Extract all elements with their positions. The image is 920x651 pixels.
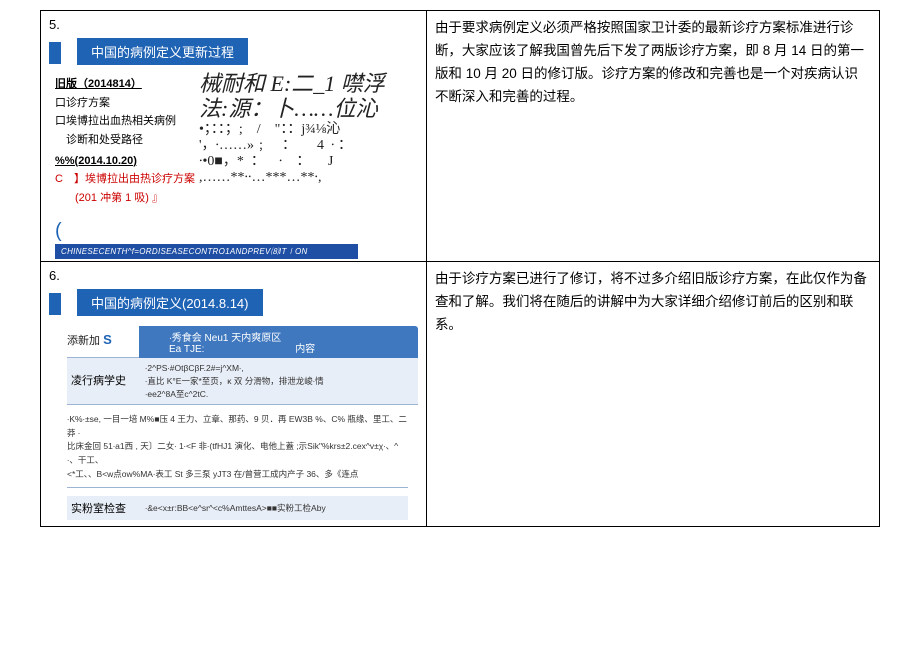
accent-bar xyxy=(49,42,61,64)
label-text: 添新加 xyxy=(67,335,100,347)
red-text-line: (201 冲第 1 吸) 』 xyxy=(75,189,225,208)
body-line: ∙ee2^8A至c^2tC. xyxy=(145,388,412,401)
label-s: S xyxy=(103,332,112,347)
slide-6-epidemiology-row: 凌行病学史 ∙2^PS∙#OtβCβF.2#=j^XM∙, ∙直比 Κ°E一家*… xyxy=(67,358,418,405)
row-label: 实粉室检查 xyxy=(67,500,145,516)
row-5-explanation: 由于要求病例定义必须严格按照国家卫计委的最新诊疗方案标准进行诊断，大家应该了解我… xyxy=(426,11,879,262)
accent-bar xyxy=(49,293,61,315)
header-col-1: ∙秀食会 Neu1 天内爽原区Ea TJE: xyxy=(139,329,292,355)
row-number-5: 5. xyxy=(49,17,418,32)
row-number-6: 6. xyxy=(49,268,418,283)
slide-6-header-row: 添新加 S ∙秀食会 Neu1 天内爽原区Ea TJE: 内容 xyxy=(67,326,418,358)
slide-5-title: 中国的病例定义更新过程 xyxy=(77,38,248,65)
open-paren: ( xyxy=(55,214,225,248)
slide-6-paragraph: ∙K%∙±se, 一目一培 M%■压 4 王力、立章、那药、9 贝．再 EW3B… xyxy=(67,413,408,488)
slide-6-title: 中国的病例定义(2014.8.14) xyxy=(77,289,263,316)
slide-footer: CHINESECENTH^f=ORDISEASECONTRO1ANDPREV⑻I… xyxy=(55,244,358,259)
slide-6: 中国的病例定义(2014.8.14) 添新加 S ∙秀食会 Neu1 天内爽原区… xyxy=(49,287,418,520)
slide-6-lab-row: 实粉室检查 ∙&e<x±r:BB<e^sr^<c%AmttesA>■■实粉工检A… xyxy=(67,496,408,520)
document-table: 5. 中国的病例定义更新过程 旧版（2014814） 口诊疗方案 口埃博拉出血热… xyxy=(40,10,880,527)
body-line: ∙直比 Κ°E一家*至页，κ 双 分滑物，排泄龙峻∙情 xyxy=(145,375,412,388)
body-line: ∙2^PS∙#OtβCβF.2#=j^XM∙, xyxy=(145,362,412,375)
row-6-explanation: 由于诊疗方案已进行了修订，将不过多介绍旧版诊疗方案，在此仅作为备查和了解。我们将… xyxy=(426,262,879,527)
header-col-2: 内容 xyxy=(295,340,315,355)
slide-5-garbled-art: 械耐和 E:二_1 噤浮 法:源：卜……位沁 •；：：；; / "：：j¾⅛沁 … xyxy=(199,71,416,186)
slide-5: 中国的病例定义更新过程 旧版（2014814） 口诊疗方案 口埃博拉出血热相关病… xyxy=(49,36,418,255)
row-label: 凌行病学史 xyxy=(67,358,139,404)
body-line: ∙&e<x±r:BB<e^sr^<c%AmttesA>■■实粉工检Aby xyxy=(145,502,408,514)
